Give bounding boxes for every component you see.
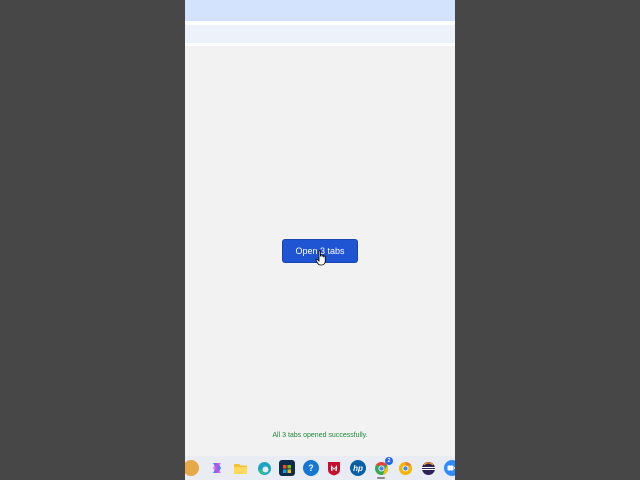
browser-toolbar[interactable]: [185, 25, 455, 43]
chrome-canary-icon[interactable]: [397, 460, 413, 476]
title-bar[interactable]: [185, 0, 455, 21]
zoom-icon[interactable]: [444, 460, 455, 476]
microsoft-store-icon[interactable]: [279, 460, 295, 476]
edge-browser-icon[interactable]: [256, 460, 272, 476]
hand-cursor-icon: [315, 250, 326, 266]
chrome-icon[interactable]: 2: [373, 457, 393, 476]
status-message: All 3 tabs opened successfully.: [272, 432, 368, 439]
file-explorer-icon[interactable]: [232, 460, 248, 476]
help-icon[interactable]: ?: [303, 460, 319, 476]
widgets-icon[interactable]: [185, 460, 199, 476]
hp-icon[interactable]: hp: [350, 460, 366, 476]
chrome-badge: 2: [385, 457, 393, 465]
copilot-icon[interactable]: [209, 460, 225, 476]
mcafee-icon[interactable]: [326, 460, 342, 476]
page-content: Open 3 tabs All 3 tabs opened successful…: [185, 46, 455, 456]
active-window-indicator: [377, 477, 385, 479]
eclipse-icon[interactable]: [420, 460, 436, 476]
browser-window: Open 3 tabs All 3 tabs opened successful…: [185, 0, 455, 480]
taskbar: ? hp 2: [185, 456, 455, 480]
